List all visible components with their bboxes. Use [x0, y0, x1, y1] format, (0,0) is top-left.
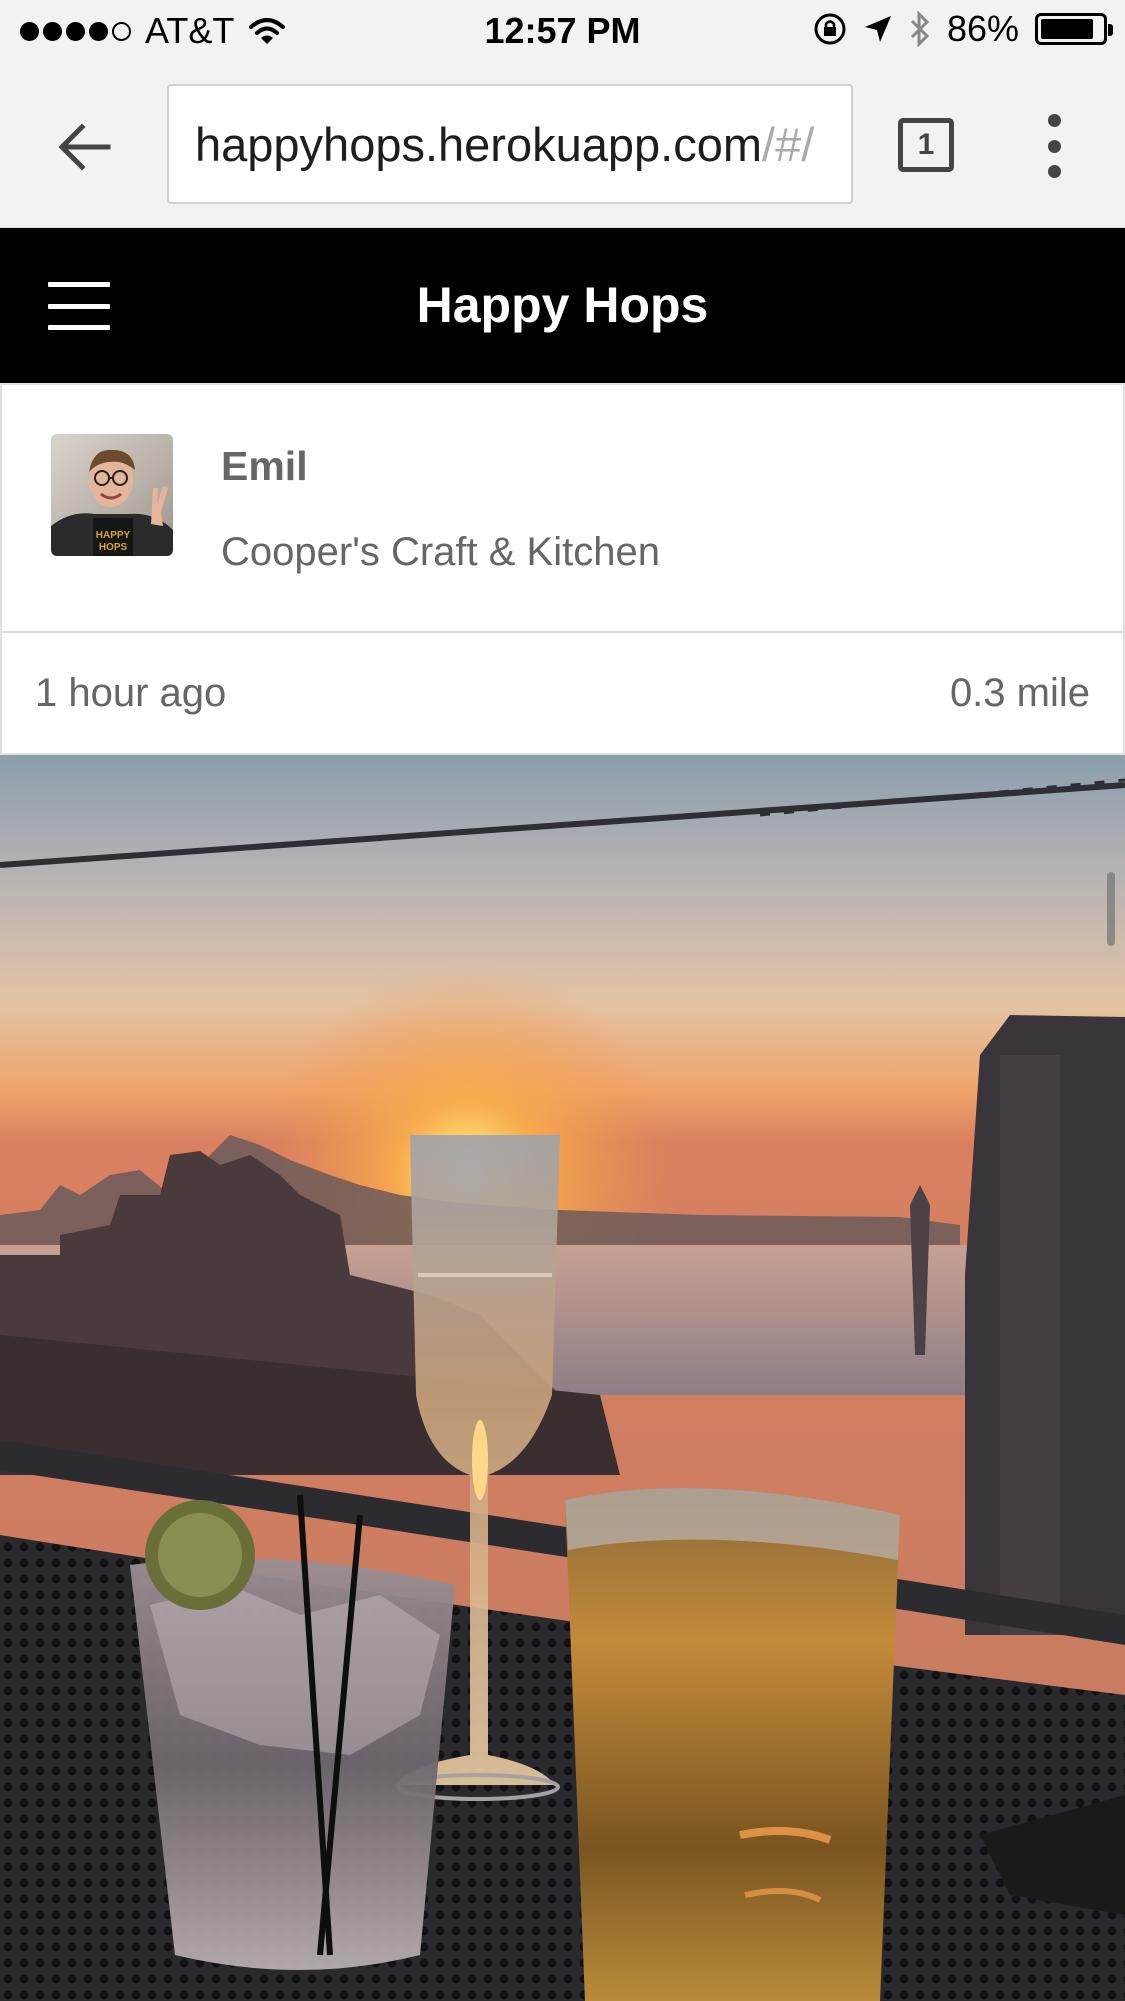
rotation-lock-icon — [814, 13, 846, 45]
status-right: 86% — [813, 8, 1113, 50]
user-name[interactable]: Emil — [221, 443, 308, 490]
browser-toolbar: happyhops.herokuapp.com/#/ 1 — [0, 60, 1125, 228]
post-timestamp: 1 hour ago — [35, 671, 227, 715]
location-arrow-icon — [864, 16, 891, 42]
avatar[interactable]: HAPPY HOPS — [51, 434, 173, 556]
tab-switcher-button[interactable]: 1 — [898, 118, 954, 172]
app-title: Happy Hops — [416, 277, 709, 333]
post-meta: 1 hour ago 0.3 mile — [2, 633, 1123, 755]
browser-menu-button[interactable] — [1032, 114, 1076, 178]
svg-text:HAPPY: HAPPY — [96, 530, 131, 541]
url-host-text: happyhops.herokuapp.com — [195, 117, 763, 171]
bluetooth-icon — [910, 11, 930, 47]
venue-name[interactable]: Cooper's Craft & Kitchen — [221, 530, 660, 575]
back-arrow-icon — [58, 123, 111, 171]
battery-percent-label: 86% — [946, 8, 1019, 49]
post-photo[interactable] — [0, 755, 1125, 2001]
post-card[interactable]: HAPPY HOPS Emil Cooper's Craft & Kitchen… — [0, 383, 1125, 755]
post-header: HAPPY HOPS Emil Cooper's Craft & Kitchen — [2, 385, 1123, 633]
app-header: Happy Hops — [0, 228, 1125, 383]
url-path-text: /#/ — [762, 117, 815, 171]
post-distance: 0.3 mile — [949, 671, 1090, 715]
status-bar: AT&T 12:57 PM 86% — [0, 0, 1125, 60]
battery-icon — [1035, 13, 1113, 45]
address-bar[interactable]: happyhops.herokuapp.com/#/ — [167, 84, 853, 204]
page-scrollbar[interactable] — [1107, 872, 1115, 946]
back-button[interactable] — [50, 112, 120, 182]
svg-text:HOPS: HOPS — [99, 542, 128, 553]
